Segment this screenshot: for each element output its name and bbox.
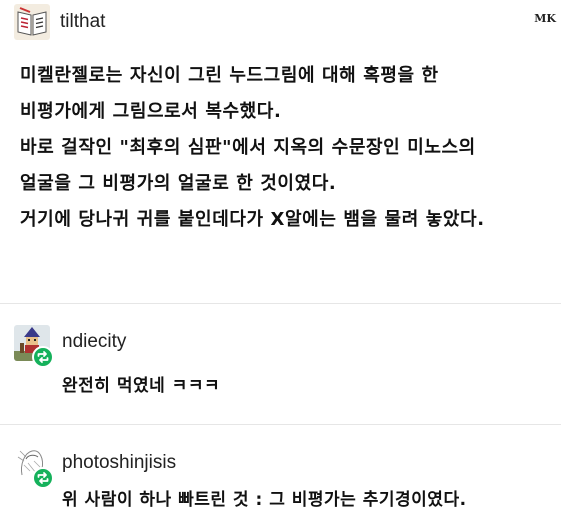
divider (0, 303, 561, 304)
post-body-line: 거기에 당나귀 귀를 붙인데다가 X알에는 뱀을 물려 놓았다. (20, 209, 485, 230)
reblog-comment: 위 사람이 하나 빠트린 것 : 그 비평가는 추기경이였다. (62, 490, 467, 510)
post-username[interactable]: tilthat (60, 11, 105, 33)
reblog-icon (32, 467, 54, 489)
watermark: MK (534, 12, 556, 25)
post-body-line: 얼굴을 그 비평가의 얼굴로 한 것이였다. (20, 173, 337, 194)
post-header: tilthat (14, 4, 547, 44)
post-body-line: 바로 걸작인 "최후의 심판"에서 지옥의 수문장인 미노스의 (20, 137, 476, 158)
post-body: 미켈란젤로는 자신이 그린 누드그림에 대해 혹평을 한 비평가에게 그림으로서… (20, 58, 556, 238)
post-body-line: 비평가에게 그림으로서 복수했다. (20, 101, 282, 122)
divider (0, 424, 561, 425)
reblog-comment: 완전히 먹였네 ㅋㅋㅋ (62, 376, 221, 396)
reblog-icon (32, 346, 54, 368)
book-avatar-icon[interactable] (14, 4, 50, 40)
reblog-username[interactable]: ndiecity (62, 331, 126, 353)
post-body-line: 미켈란젤로는 자신이 그린 누드그림에 대해 혹평을 한 (20, 65, 439, 86)
reblog-username[interactable]: photoshinjisis (62, 452, 176, 474)
